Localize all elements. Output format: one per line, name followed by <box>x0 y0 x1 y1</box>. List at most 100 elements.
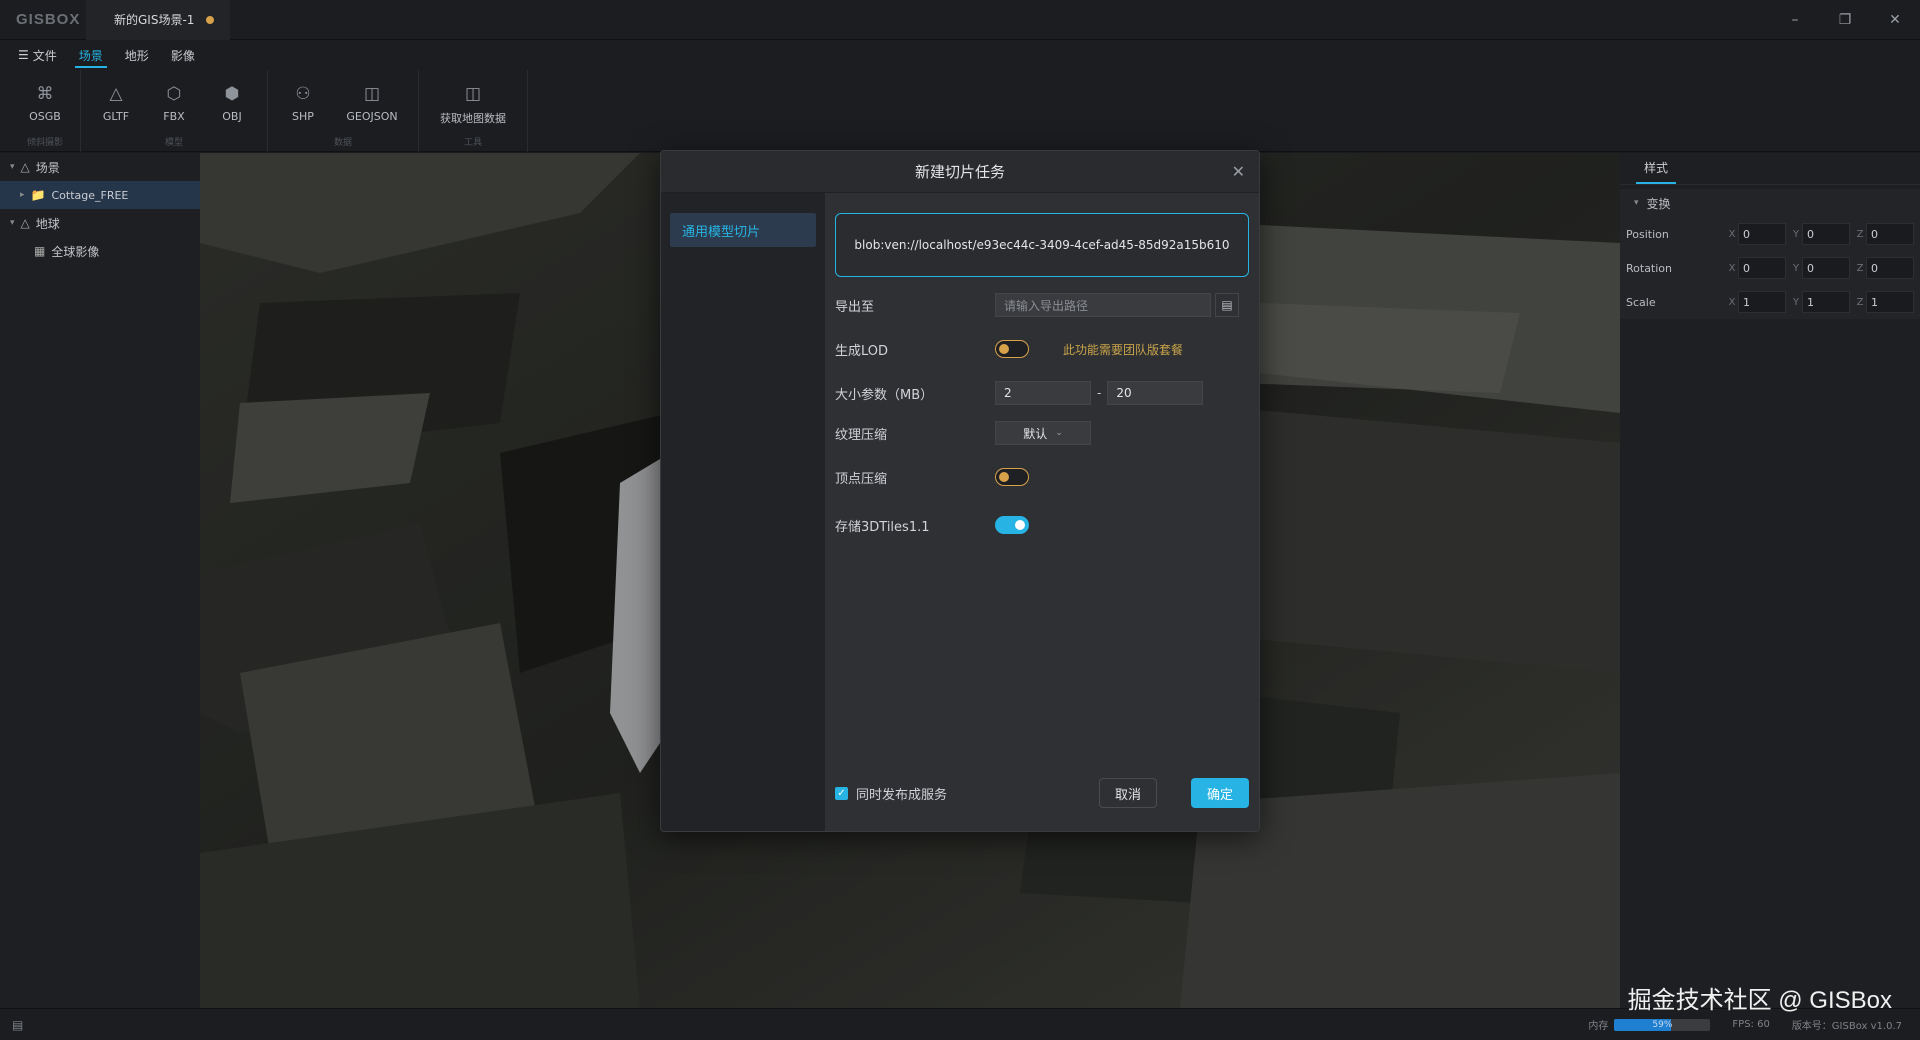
vertex-row: 顶点压缩 <box>835 463 1029 491</box>
size-row: 大小参数（MB） 2 - 20 <box>835 379 1204 407</box>
tree-node-cottage-label: Cottage_FREE <box>51 188 129 202</box>
texture-row: 纹理压缩 默认 ⌄ <box>835 419 1091 447</box>
fbx-icon: ⬡ <box>166 84 182 104</box>
xyz-z: Z0 <box>1854 257 1914 279</box>
export-path-input[interactable]: 请输入导出路径 <box>995 293 1211 317</box>
caret-down-icon[interactable]: ▾ <box>10 218 15 228</box>
minimize-icon[interactable]: – <box>1770 0 1820 40</box>
tree-node-globe-label: 地球 <box>35 216 60 231</box>
axis-x: X <box>1728 262 1736 274</box>
axis-x: X <box>1728 228 1736 240</box>
tool-group-model: △ GLTF ⬡ FBX ⬢ OBJ 模型 <box>81 70 268 152</box>
window-controls: – ❐ ✕ <box>1770 0 1920 40</box>
export-row: 导出至 请输入导出路径 ▤ <box>835 291 1239 319</box>
rotation-z-input[interactable]: 0 <box>1866 257 1914 279</box>
dialog-footer: ✓ 同时发布成服务 取消 确定 <box>835 777 1249 809</box>
size-label: 大小参数（MB） <box>835 387 934 403</box>
tree-node-global-imagery[interactable]: ▦ 全球影像 <box>0 237 200 265</box>
rotation-y-input[interactable]: 0 <box>1802 257 1850 279</box>
ok-button[interactable]: 确定 <box>1191 778 1249 808</box>
tree-node-scene[interactable]: ▾ △ 场景 <box>0 153 200 181</box>
unsaved-indicator <box>206 15 215 24</box>
texture-select[interactable]: 默认 ⌄ <box>995 421 1091 445</box>
scale-y-input[interactable]: 1 <box>1802 291 1850 313</box>
group-caption: 模型 <box>164 138 183 148</box>
document-tab-label: 新的GIS场景-1 <box>114 13 195 27</box>
map-data-icon: ◫ <box>464 84 482 104</box>
prop-row-position: Position X0 Y0 Z0 <box>1620 217 1920 251</box>
xyz-z: Z0 <box>1854 223 1914 245</box>
close-icon[interactable]: ✕ <box>1870 0 1920 40</box>
fps-readout: FPS: 60 <box>1732 1019 1770 1030</box>
caret-right-icon[interactable]: ▸ <box>20 190 25 200</box>
folder-icon: 📁 <box>30 188 46 202</box>
memory-percent: 59% <box>1652 1019 1673 1030</box>
menu-bar: ☰ 文件 场景 地形 影像 <box>0 40 1920 70</box>
tool-group-oblique: ⌘ OSGB 倾斜摄影 <box>10 70 81 152</box>
scale-z-input[interactable]: 1 <box>1866 291 1914 313</box>
document-tab[interactable]: 新的GIS场景-1 <box>86 0 231 40</box>
position-z-input[interactable]: 0 <box>1866 223 1914 245</box>
vertex-label: 顶点压缩 <box>835 471 888 487</box>
axis-y: Y <box>1792 296 1800 308</box>
tab-imagery[interactable]: 影像 <box>163 40 203 70</box>
tiles-label: 存储3DTiles1.1 <box>835 519 930 535</box>
position-y-input[interactable]: 0 <box>1802 223 1850 245</box>
dialog-sidebar: 通用模型切片 <box>661 193 825 831</box>
shp-label: SHP <box>292 110 314 123</box>
folder-browse-icon[interactable]: ▤ <box>1215 293 1239 317</box>
toggle-knob <box>999 344 1009 354</box>
tree-node-globe[interactable]: ▾ △ 地球 <box>0 209 200 237</box>
caret-down-icon[interactable]: ▾ <box>10 162 15 172</box>
gltf-icon: △ <box>109 84 123 104</box>
prop-label-rotation: Rotation <box>1626 261 1673 275</box>
prop-row-rotation: Rotation X0 Y0 Z0 <box>1620 251 1920 285</box>
size-min-input[interactable]: 2 <box>995 381 1091 405</box>
tiles-toggle[interactable] <box>995 516 1029 534</box>
osgb-icon: ⌘ <box>36 84 54 104</box>
tool-group-tools: ◫ 获取地图数据 工具 <box>419 70 528 152</box>
memory-indicator: 内存 59% <box>1588 1017 1711 1032</box>
gltf-label: GLTF <box>102 110 130 123</box>
texture-select-value: 默认 <box>1023 426 1048 441</box>
toggle-knob <box>1015 520 1025 530</box>
rotation-x-input[interactable]: 0 <box>1738 257 1786 279</box>
range-dash: - <box>1097 386 1102 400</box>
new-tiling-task-dialog: 新建切片任务 ✕ 通用模型切片 blob:ven://localhost/e93… <box>660 150 1260 832</box>
scale-x-input[interactable]: 1 <box>1738 291 1786 313</box>
xyz-y: Y0 <box>1790 257 1850 279</box>
sidebar-item-general-model[interactable]: 通用模型切片 <box>670 213 816 247</box>
tree-node-scene-label: 场景 <box>35 160 60 175</box>
xyz-x: X0 <box>1726 257 1786 279</box>
close-icon[interactable]: ✕ <box>1232 162 1245 181</box>
size-max-input[interactable]: 20 <box>1107 381 1204 405</box>
texture-label: 纹理压缩 <box>835 427 888 443</box>
tab-scene[interactable]: 场景 <box>71 40 111 70</box>
hamburger-icon: ☰ <box>18 48 29 62</box>
obj-label: OBJ <box>222 110 242 123</box>
chevron-down-icon: ⌄ <box>1055 428 1063 438</box>
tab-terrain[interactable]: 地形 <box>117 40 157 70</box>
lod-toggle[interactable] <box>995 340 1029 358</box>
vertex-toggle[interactable] <box>995 468 1029 486</box>
tree-node-cottage[interactable]: ▸ 📁 Cottage_FREE <box>0 181 200 209</box>
axis-z: Z <box>1856 296 1864 308</box>
tab-style[interactable]: 样式 <box>1636 159 1677 184</box>
position-x-input[interactable]: 0 <box>1738 223 1786 245</box>
group-caption: 数据 <box>333 138 352 148</box>
cancel-button[interactable]: 取消 <box>1099 778 1157 808</box>
tiles-row: 存储3DTiles1.1 <box>835 511 1029 539</box>
axis-z: Z <box>1856 262 1864 274</box>
publish-checkbox[interactable]: ✓ <box>835 786 848 800</box>
source-file-box[interactable]: blob:ven://localhost/e93ec44c-3409-4cef-… <box>835 213 1249 277</box>
export-label: 导出至 <box>835 299 875 315</box>
bookmark-icon[interactable]: ▤ <box>12 1018 23 1032</box>
shp-icon: ⚇ <box>295 84 311 104</box>
file-menu[interactable]: ☰ 文件 <box>10 40 65 70</box>
transform-section-header[interactable]: ▾ 变换 <box>1620 189 1920 217</box>
dialog-body: blob:ven://localhost/e93ec44c-3409-4cef-… <box>825 193 1259 831</box>
xyz-x: X0 <box>1726 223 1786 245</box>
map-data-label: 获取地图数据 <box>440 112 506 125</box>
restore-icon[interactable]: ❐ <box>1820 0 1870 40</box>
prop-row-scale: Scale X1 Y1 Z1 <box>1620 285 1920 319</box>
